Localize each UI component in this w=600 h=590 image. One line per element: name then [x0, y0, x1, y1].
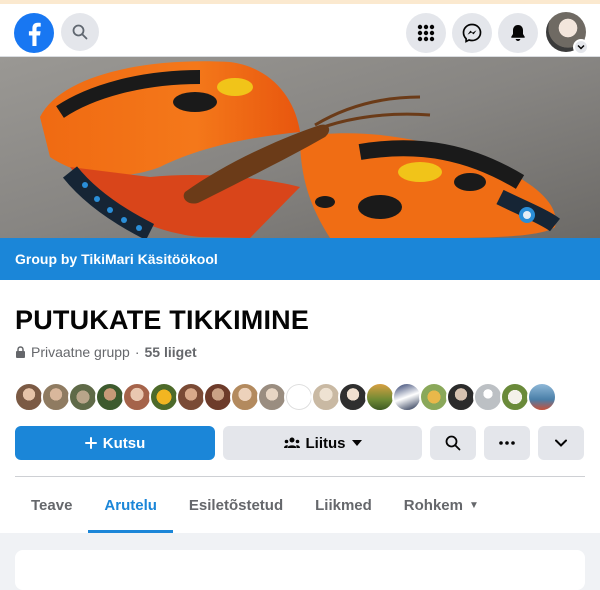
profile-avatar[interactable]: [546, 12, 589, 55]
grid-menu-icon: [417, 24, 435, 42]
group-owner-bar[interactable]: Group by TikiMari Käsitöökool: [0, 238, 600, 280]
group-meta: Privaatne grupp · 55 liiget: [15, 344, 197, 360]
tabs-divider: [15, 476, 585, 477]
more-dots-icon: [499, 441, 515, 445]
member-avatar[interactable]: [41, 382, 71, 412]
member-avatar[interactable]: [284, 382, 314, 412]
member-avatar[interactable]: [392, 382, 422, 412]
plus-icon: [84, 437, 97, 449]
member-avatar[interactable]: [473, 382, 503, 412]
joined-label: Liitus: [305, 434, 346, 452]
member-avatar[interactable]: [500, 382, 530, 412]
tab-about-label: Teave: [31, 497, 73, 514]
member-avatar[interactable]: [230, 382, 260, 412]
facebook-logo-icon[interactable]: [14, 13, 54, 53]
member-avatars-row: [14, 382, 557, 414]
account-menu-chevron-icon: [573, 39, 589, 55]
member-avatar[interactable]: [527, 382, 557, 412]
menu-button[interactable]: [406, 13, 446, 53]
group-members-icon: [283, 437, 300, 448]
member-avatar[interactable]: [338, 382, 368, 412]
lock-icon: [16, 346, 25, 358]
group-member-count[interactable]: 55 liiget: [145, 344, 197, 360]
group-tabs: Teave Arutelu Esiletõstetud Liikmed Rohk…: [15, 478, 495, 533]
member-avatar[interactable]: [365, 382, 395, 412]
search-icon: [445, 435, 461, 451]
member-avatar[interactable]: [95, 382, 125, 412]
bell-icon: [511, 25, 525, 41]
group-title: PUTUKATE TIKKIMINE: [15, 305, 310, 335]
tab-members[interactable]: Liikmed: [299, 478, 388, 533]
member-avatar[interactable]: [14, 382, 44, 412]
member-avatar[interactable]: [149, 382, 179, 412]
caret-down-icon: ▼: [468, 500, 479, 511]
member-avatar[interactable]: [257, 382, 287, 412]
messenger-icon: [462, 23, 482, 43]
tab-about[interactable]: Teave: [15, 478, 88, 533]
search-button[interactable]: [61, 13, 99, 51]
collapse-button[interactable]: [538, 426, 584, 460]
chevron-down-icon: [555, 439, 567, 447]
tab-discussion-label: Arutelu: [104, 497, 157, 514]
member-avatar[interactable]: [446, 382, 476, 412]
member-avatar[interactable]: [68, 382, 98, 412]
caret-down-icon: [351, 440, 362, 446]
top-navigation-bar: [0, 4, 600, 57]
butterfly-embroidery-image: [0, 57, 600, 238]
messenger-button[interactable]: [452, 13, 492, 53]
group-search-button[interactable]: [430, 426, 476, 460]
cover-photo: [0, 57, 600, 238]
member-avatar[interactable]: [419, 382, 449, 412]
more-options-button[interactable]: [484, 426, 530, 460]
meta-separator: ·: [134, 344, 140, 360]
tab-discussion[interactable]: Arutelu: [88, 478, 173, 533]
tab-featured[interactable]: Esiletõstetud: [173, 478, 299, 533]
member-avatar[interactable]: [122, 382, 152, 412]
member-avatar[interactable]: [203, 382, 233, 412]
member-avatar[interactable]: [311, 382, 341, 412]
invite-button[interactable]: Kutsu: [15, 426, 215, 460]
post-composer-card: [15, 550, 585, 590]
notifications-button[interactable]: [498, 13, 538, 53]
tab-members-label: Liikmed: [315, 497, 372, 514]
tab-featured-label: Esiletõstetud: [188, 497, 284, 514]
joined-button[interactable]: Liitus: [223, 426, 422, 460]
tab-more[interactable]: Rohkem ▼: [388, 478, 495, 533]
group-owner-label[interactable]: Group by TikiMari Käsitöökool: [15, 251, 218, 267]
group-privacy[interactable]: Privaatne grupp: [31, 344, 130, 360]
tab-more-label: Rohkem: [403, 497, 463, 514]
group-header-card: PUTUKATE TIKKIMINE Privaatne grupp · 55 …: [0, 280, 600, 533]
search-icon: [72, 24, 88, 40]
invite-label: Kutsu: [102, 434, 146, 452]
member-avatar[interactable]: [176, 382, 206, 412]
